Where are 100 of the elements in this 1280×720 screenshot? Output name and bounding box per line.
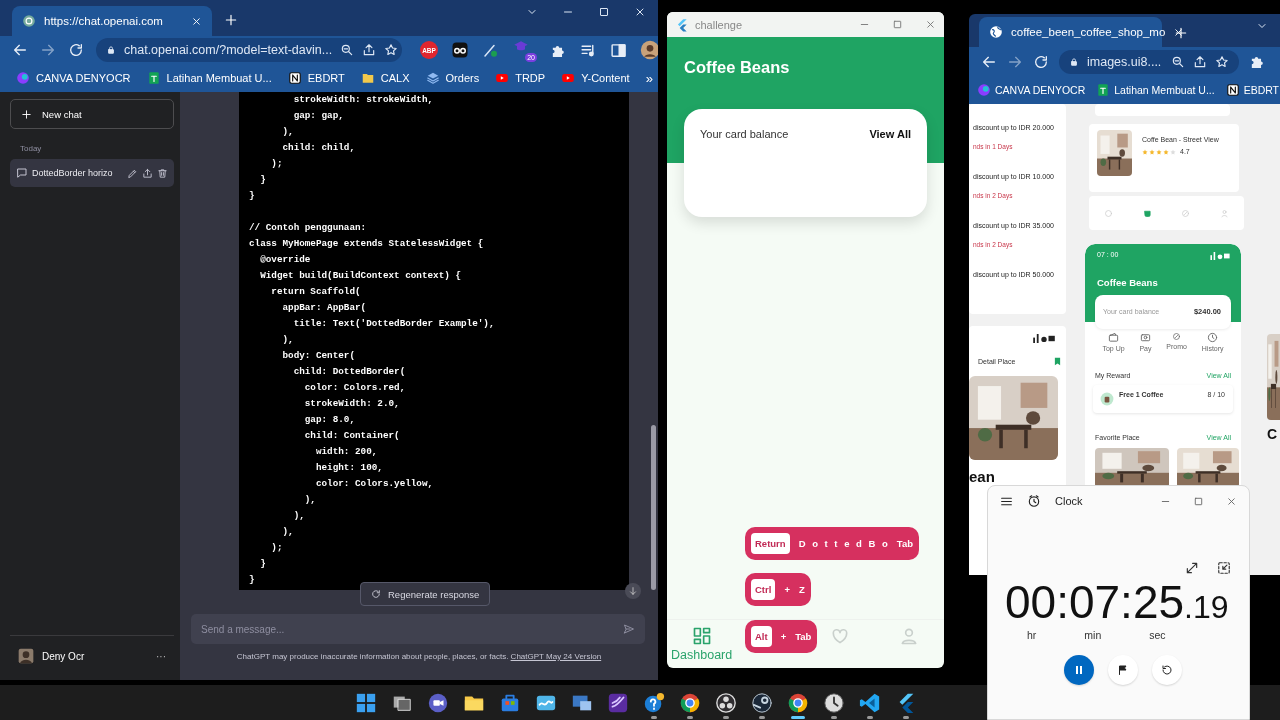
wallet-icon[interactable] bbox=[1108, 332, 1119, 343]
windows-start-icon[interactable] bbox=[355, 691, 377, 714]
record-app-icon[interactable] bbox=[715, 691, 737, 714]
reload-icon[interactable] bbox=[1033, 53, 1049, 70]
lap-button[interactable] bbox=[1108, 655, 1138, 685]
avatar-icon bbox=[18, 648, 34, 664]
pause-button[interactable] bbox=[1064, 655, 1094, 685]
browser-tab[interactable]: https://chat.openai.com bbox=[12, 6, 212, 36]
bookmark[interactable]: TRDP bbox=[495, 71, 546, 85]
code-line: ), bbox=[292, 509, 305, 523]
bookmark[interactable]: Orders bbox=[425, 71, 480, 85]
dashboard-icon[interactable] bbox=[691, 626, 712, 646]
code-line: // Contoh penggunaan: bbox=[249, 221, 367, 235]
flag-icon bbox=[1117, 664, 1129, 676]
send-icon[interactable] bbox=[623, 623, 635, 635]
close-icon[interactable] bbox=[634, 6, 646, 18]
stopwatch-fraction: .19 bbox=[1184, 589, 1229, 626]
chat-item[interactable]: DottedBorder horizo bbox=[10, 159, 174, 187]
bookmark[interactable]: CALX bbox=[360, 71, 410, 85]
message-field[interactable]: Send a message... bbox=[191, 614, 645, 644]
cup-icon[interactable] bbox=[1142, 208, 1152, 218]
delete-icon[interactable] bbox=[157, 167, 168, 179]
view-all-link[interactable]: View All bbox=[869, 128, 911, 140]
zoom-icon[interactable] bbox=[340, 43, 355, 57]
youtube-icon bbox=[495, 71, 510, 85]
youtube-icon bbox=[561, 71, 576, 85]
code-line: ), bbox=[303, 493, 316, 507]
reload-icon[interactable] bbox=[68, 42, 84, 58]
more-bookmarks-button[interactable]: » bbox=[645, 70, 653, 86]
promo-icon[interactable] bbox=[1172, 332, 1182, 341]
code-line: body: Center( bbox=[281, 349, 355, 363]
glasses-icon[interactable] bbox=[451, 41, 469, 59]
user-name[interactable]: Deny Ocr bbox=[42, 650, 85, 662]
share-icon[interactable] bbox=[1193, 54, 1207, 69]
code-line: color: Colors.yellow, bbox=[314, 477, 434, 491]
code-line: height: 100, bbox=[314, 461, 383, 475]
bookmark[interactable]: EBDRT bbox=[287, 71, 345, 85]
new-tab-icon[interactable] bbox=[224, 13, 238, 27]
version-link[interactable]: ChatGPT May 24 Version bbox=[510, 652, 602, 661]
edit-icon[interactable] bbox=[127, 167, 138, 179]
card-icon[interactable] bbox=[1139, 332, 1151, 343]
address-bar[interactable]: images.ui8.... bbox=[1059, 49, 1239, 74]
bookmark[interactable]: Latihan Membuat U... bbox=[1096, 83, 1215, 97]
side-panel-icon[interactable] bbox=[610, 41, 627, 59]
keystroke-text: + bbox=[780, 631, 787, 642]
video-chat-icon[interactable] bbox=[427, 691, 449, 714]
key-label: Ctrl bbox=[751, 579, 776, 600]
reset-button[interactable] bbox=[1152, 655, 1182, 685]
bookmark-star-icon[interactable] bbox=[384, 43, 399, 57]
app-icon[interactable] bbox=[607, 691, 629, 714]
bookmark[interactable]: CANVA DENYOCR bbox=[16, 71, 131, 85]
scrollbar-thumb[interactable] bbox=[651, 425, 656, 590]
maximize-icon[interactable] bbox=[598, 6, 610, 18]
unit-label: min bbox=[1084, 629, 1102, 641]
keystroke-text: + bbox=[784, 584, 790, 595]
unit-label: sec bbox=[1149, 629, 1166, 641]
address-bar[interactable]: chat.openai.com/?model=text-davin... bbox=[96, 38, 402, 62]
code-line: width: 200, bbox=[314, 445, 378, 459]
profile-avatar-icon[interactable] bbox=[640, 40, 658, 60]
zoom-icon[interactable] bbox=[1171, 54, 1185, 69]
reset-icon bbox=[1161, 664, 1173, 676]
canva-icon bbox=[977, 83, 991, 97]
regenerate-button[interactable]: Regenerate response bbox=[360, 582, 491, 606]
unit-label: hr bbox=[1027, 629, 1037, 641]
place-title: ean bbox=[969, 468, 995, 485]
back-icon[interactable] bbox=[12, 42, 28, 58]
bookmark[interactable]: CANVA DENYOCR bbox=[977, 83, 1086, 97]
close-icon[interactable] bbox=[1226, 495, 1237, 507]
app-title: Coffee Beans bbox=[684, 58, 790, 77]
notion-icon bbox=[287, 71, 302, 85]
reward-avatar-icon bbox=[1100, 392, 1114, 406]
new-chat-button[interactable]: New chat bbox=[10, 99, 174, 129]
code-line: ); bbox=[270, 541, 283, 555]
expand-icon[interactable] bbox=[1185, 561, 1199, 575]
scroll-down-button[interactable] bbox=[625, 583, 641, 599]
code-line: title: Text('DottedBorder Example'), bbox=[292, 317, 495, 331]
forward-icon[interactable] bbox=[40, 42, 56, 58]
bookmark[interactable]: EBDRT bbox=[1225, 83, 1280, 97]
share-icon[interactable] bbox=[142, 167, 153, 179]
help-icon[interactable] bbox=[643, 691, 665, 714]
chrome-icon[interactable] bbox=[787, 691, 809, 714]
layers-icon bbox=[425, 71, 440, 85]
share-icon[interactable] bbox=[362, 43, 377, 57]
chrome-icon[interactable] bbox=[679, 691, 701, 714]
code-line: } bbox=[259, 173, 266, 187]
close-icon[interactable] bbox=[191, 15, 202, 27]
refresh-icon bbox=[371, 589, 381, 599]
user-menu-button[interactable]: ··· bbox=[156, 650, 166, 662]
clock-icon[interactable] bbox=[823, 691, 845, 714]
bookmark-star-icon[interactable] bbox=[1215, 54, 1229, 69]
plus-icon bbox=[21, 108, 32, 120]
steam-icon[interactable] bbox=[751, 691, 773, 714]
code-editor-icon[interactable] bbox=[859, 691, 881, 714]
bookmark[interactable]: Y-Content bbox=[561, 71, 630, 85]
window-title: Clock bbox=[1055, 495, 1083, 507]
compact-overlay-icon[interactable] bbox=[1217, 561, 1231, 575]
code-line: @override bbox=[259, 253, 311, 267]
code-line: gap: gap, bbox=[292, 109, 344, 123]
code-line: } bbox=[259, 557, 266, 571]
bookmark[interactable]: Latihan Membuat U... bbox=[146, 71, 272, 85]
